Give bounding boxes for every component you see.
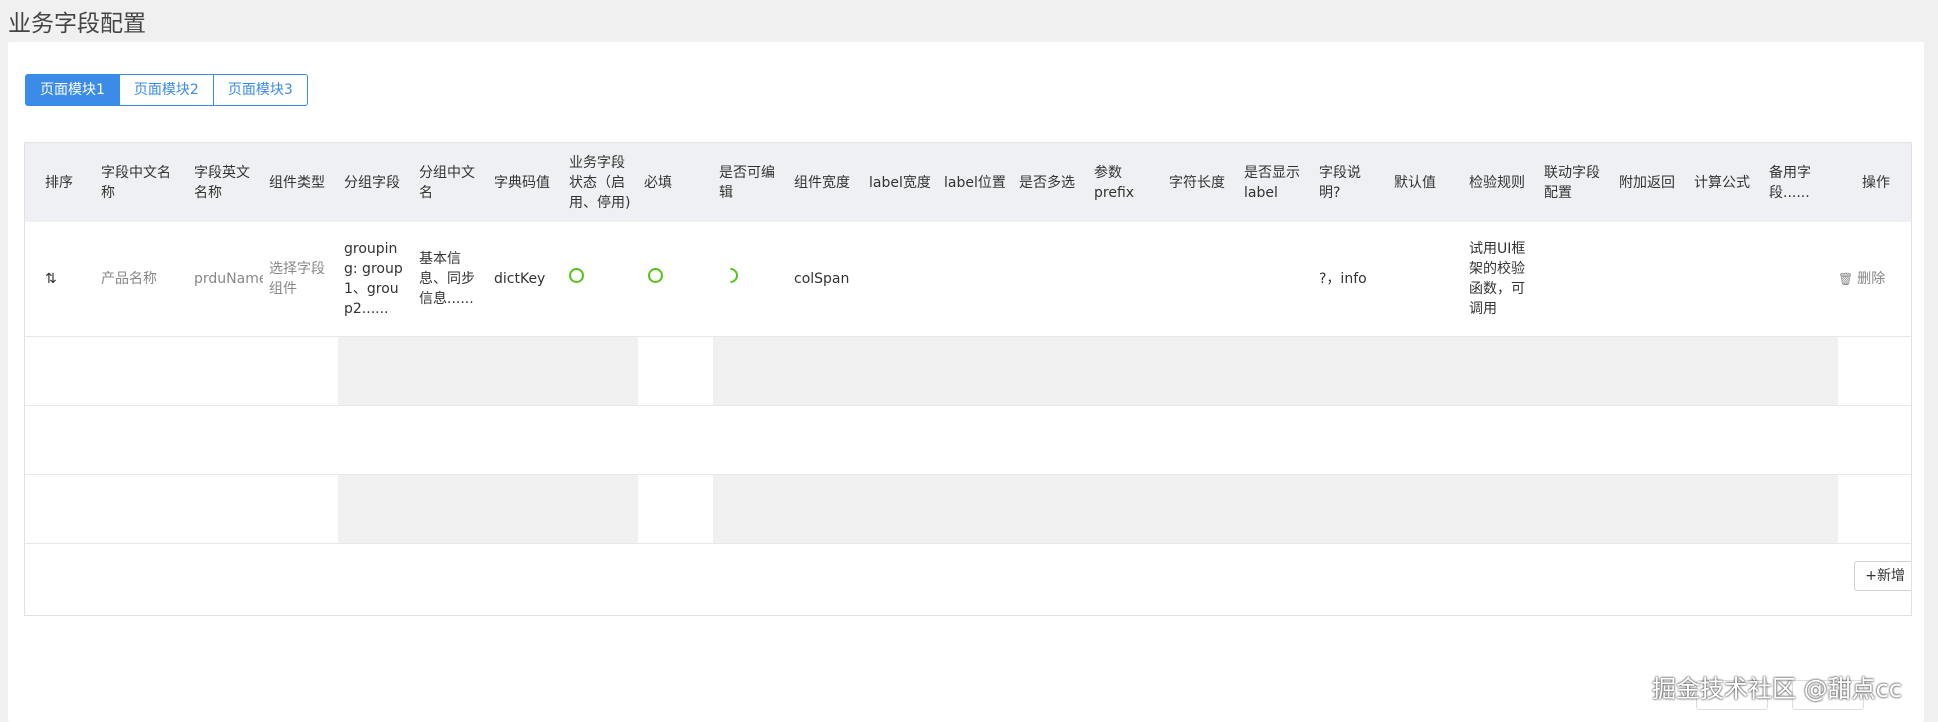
col-header-label-width: label宽度 <box>869 174 931 191</box>
cell-backup-field <box>1763 222 1838 336</box>
editable-radio[interactable] <box>719 265 742 287</box>
status-radio[interactable] <box>569 268 584 284</box>
trash-icon: 🗑 <box>1838 271 1854 286</box>
tab-page-module-3[interactable]: 页面模块3 <box>212 74 308 106</box>
cell-cn-name: 产品名称 <box>101 270 157 287</box>
cell-linked-field <box>1538 222 1613 336</box>
cell-label-position <box>938 222 1013 336</box>
col-header-prefix: 参数prefix <box>1094 164 1135 201</box>
col-header-show-label: 是否显示label <box>1244 164 1300 201</box>
cell-default <box>1388 222 1463 336</box>
cell-group-field: grouping: group1、group2...... <box>344 240 403 317</box>
col-header-label-position: label位置 <box>944 174 1006 191</box>
cell-char-length <box>1163 222 1238 336</box>
delete-label: 删除 <box>1857 270 1886 287</box>
cell-dict-key: dictKey <box>494 270 546 287</box>
table-row <box>25 474 1911 543</box>
col-header-cn-name: 字段中文名称 <box>101 164 171 201</box>
col-header-formula: 计算公式 <box>1694 174 1750 191</box>
cell-group-cn: 基本信息、同步信息...... <box>419 250 475 307</box>
cell-multiple <box>1013 222 1088 336</box>
table-header-row: 排序 字段中文名称 字段英文名称 组件类型 分组字段 分组中文名 字典码值 业务… <box>25 143 1911 222</box>
cell-validation: 试用UI框架的校验函数，可调用 <box>1469 240 1526 317</box>
module-tabs: 页面模块1 页面模块2 页面模块3 <box>25 74 308 106</box>
tab-page-module-2[interactable]: 页面模块2 <box>118 74 214 106</box>
cell-extra-return <box>1613 222 1688 336</box>
col-header-component-type: 组件类型 <box>269 174 325 191</box>
col-header-editable: 是否可编辑 <box>719 164 775 201</box>
col-header-linked-field: 联动字段配置 <box>1544 164 1600 201</box>
col-header-group-cn: 分组中文名 <box>419 164 475 201</box>
watermark: 掘金技术社区 @甜点cc <box>1651 675 1902 703</box>
col-header-extra-return: 附加返回 <box>1619 174 1675 191</box>
cell-field-desc: ?，info <box>1319 270 1367 287</box>
field-config-table: 排序 字段中文名称 字段英文名称 组件类型 分组字段 分组中文名 字典码值 业务… <box>24 142 1912 616</box>
col-header-validation: 检验规则 <box>1469 174 1525 191</box>
cell-formula <box>1688 222 1763 336</box>
col-header-sort: 排序 <box>45 174 73 191</box>
cell-label-width <box>863 222 938 336</box>
cell-show-label <box>1238 222 1313 336</box>
col-header-field-desc: 字段说明? <box>1319 164 1361 201</box>
col-header-component-width: 组件宽度 <box>794 174 850 191</box>
col-header-required: 必填 <box>644 174 672 191</box>
cell-component-width: colSpan <box>794 270 850 287</box>
cell-prefix <box>1088 222 1163 336</box>
col-header-default: 默认值 <box>1394 174 1436 191</box>
tab-page-module-1[interactable]: 页面模块1 <box>25 74 120 106</box>
sort-handle-icon[interactable]: ⇅ <box>45 271 57 287</box>
col-header-char-length: 字符长度 <box>1169 174 1225 191</box>
col-header-en-name: 字段英文名称 <box>194 164 250 201</box>
main-panel: 页面模块1 页面模块2 页面模块3 排序 字段中文名称 字段英文名称 组件类型 <box>8 42 1924 722</box>
col-header-dict-key: 字典码值 <box>494 174 550 191</box>
table-row: ⇅ 产品名称 prduName 选择字段组件 grouping: group1、… <box>25 222 1911 336</box>
table-row <box>25 405 1911 474</box>
col-header-backup-field: 备用字段...... <box>1769 164 1811 201</box>
page-title: 业务字段配置 <box>8 11 146 37</box>
table-row <box>25 336 1911 405</box>
col-header-multiple: 是否多选 <box>1019 174 1075 191</box>
cell-component-type: 选择字段组件 <box>269 260 325 297</box>
delete-button[interactable]: 🗑 删除 <box>1838 271 1885 287</box>
cell-en-name: prduName <box>194 270 263 287</box>
col-header-status: 业务字段状态（启用、停用) <box>569 154 631 211</box>
required-radio[interactable] <box>648 268 663 284</box>
col-header-group-field: 分组字段 <box>344 174 400 191</box>
add-row-button[interactable]: +新增 <box>1854 560 1911 591</box>
col-header-actions: 操作 <box>1862 174 1890 191</box>
